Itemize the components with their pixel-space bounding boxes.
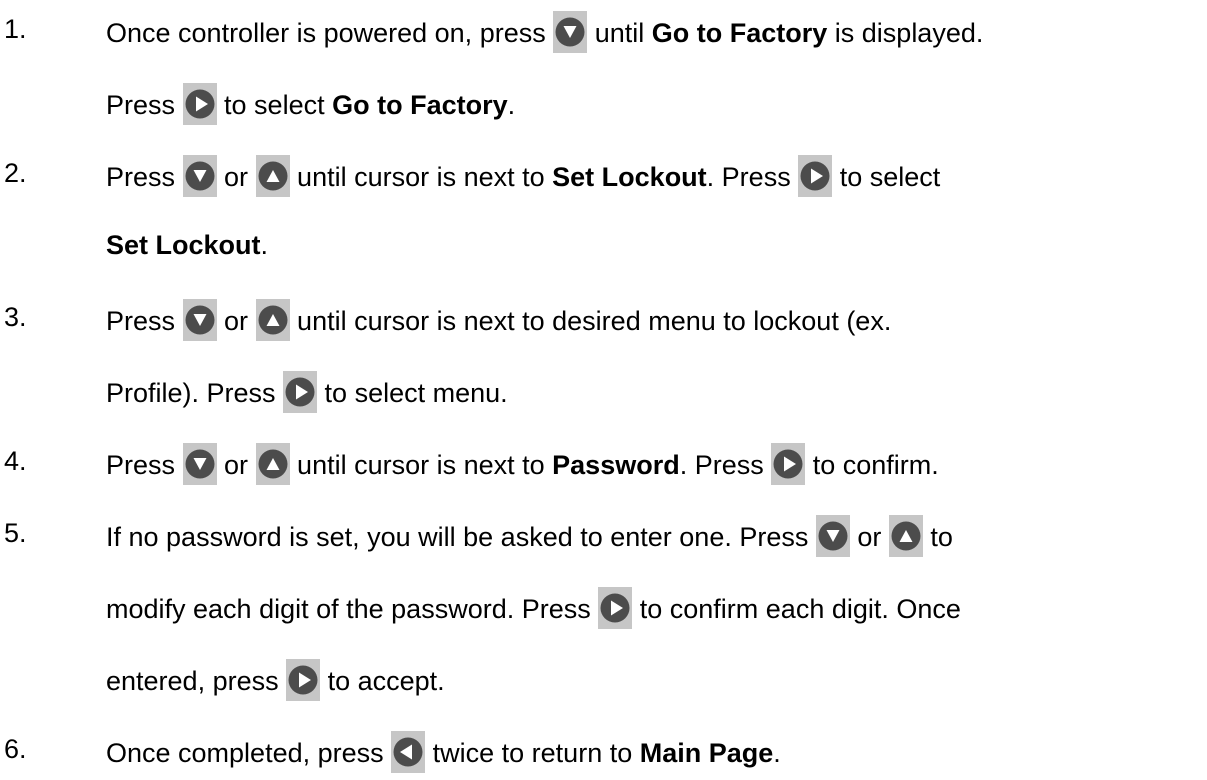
step-line: Press or until cursor is next to Set Loc… [106, 155, 941, 200]
instruction-text: or [216, 306, 256, 337]
step-line: Press or until cursor is next to Passwor… [106, 443, 939, 488]
right-arrow-button-icon [798, 155, 833, 197]
instruction-text: . [773, 738, 781, 769]
instruction-text: Profile). Press [106, 378, 284, 409]
step-line: Profile). Press to select menu. [106, 371, 508, 416]
right-arrow-button-icon [182, 83, 217, 125]
instruction-text: or [216, 450, 256, 481]
step-line: Once completed, press twice to return to… [106, 731, 781, 776]
down-arrow-button-icon [182, 155, 217, 197]
step-number: 5. [4, 518, 27, 548]
step-line: Press to select Go to Factory. [106, 83, 516, 128]
instruction-text: . [260, 230, 269, 260]
up-arrow-button-icon [255, 299, 290, 341]
instruction-text: If no password is set, you will be asked… [106, 522, 816, 553]
down-arrow-button-icon [553, 11, 588, 53]
instruction-text: to select [832, 162, 941, 193]
instruction-text: until [587, 18, 652, 49]
instruction-text: to confirm each digit. Once [632, 594, 961, 625]
bold-term: Go to Factory [332, 90, 508, 121]
bold-term: Set Lockout [552, 162, 707, 193]
instruction-text: Once controller is powered on, press [106, 18, 554, 49]
instruction-text: . Press [679, 450, 772, 481]
instruction-text: or [849, 522, 889, 553]
left-arrow-button-icon [391, 731, 426, 773]
instruction-text: twice to return to [425, 738, 640, 769]
up-arrow-button-icon [888, 515, 923, 557]
instruction-text: to [922, 522, 953, 553]
bold-term: Set Lockout [106, 230, 261, 260]
instruction-text: to accept. [320, 666, 445, 697]
instruction-text: entered, press [106, 666, 287, 697]
step-number: 2. [4, 158, 27, 188]
instruction-text: until cursor is next to [289, 450, 553, 481]
instruction-text: Press [106, 90, 183, 121]
instruction-text: or [216, 162, 256, 193]
instruction-text: Press [106, 306, 183, 337]
bold-term: Go to Factory [651, 18, 828, 49]
down-arrow-button-icon [182, 299, 217, 341]
right-arrow-button-icon [283, 371, 318, 413]
instruction-text: is displayed. [827, 18, 984, 49]
up-arrow-button-icon [255, 155, 290, 197]
right-arrow-button-icon [598, 587, 633, 629]
step-number: 6. [4, 734, 27, 764]
instruction-text: to select [216, 90, 333, 121]
instruction-text: Once completed, press [106, 738, 392, 769]
instruction-text: . Press [706, 162, 799, 193]
step-number: 1. [4, 14, 27, 44]
step-line: Press or until cursor is next to desired… [106, 299, 892, 344]
down-arrow-button-icon [815, 515, 850, 557]
instruction-text: Press [106, 450, 183, 481]
up-arrow-button-icon [255, 443, 290, 485]
right-arrow-button-icon [286, 659, 321, 701]
instruction-text: to confirm. [805, 450, 939, 481]
instruction-text: until cursor is next to [289, 162, 553, 193]
instruction-text: . [507, 90, 516, 121]
step-line: entered, press to accept. [106, 659, 445, 704]
bold-term: Main Page [639, 738, 774, 769]
step-number: 3. [4, 302, 27, 332]
step-line: Once controller is powered on, press unt… [106, 11, 984, 56]
step-line: Set Lockout. [106, 230, 268, 261]
instruction-text: until cursor is next to desired menu to … [289, 306, 892, 337]
step-line: modify each digit of the password. Press… [106, 587, 961, 632]
down-arrow-button-icon [182, 443, 217, 485]
instruction-text: modify each digit of the password. Press [106, 594, 599, 625]
bold-term: Password [552, 450, 680, 481]
instruction-text: to select menu. [317, 378, 508, 409]
instruction-text: Press [106, 162, 183, 193]
step-number: 4. [4, 446, 27, 476]
step-line: If no password is set, you will be asked… [106, 515, 953, 560]
right-arrow-button-icon [771, 443, 806, 485]
